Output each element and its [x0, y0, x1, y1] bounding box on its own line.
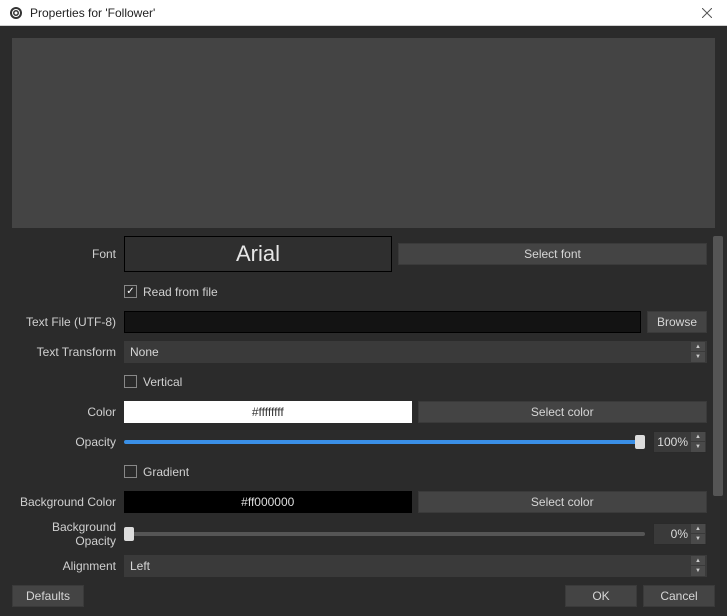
- browse-button[interactable]: Browse: [647, 311, 707, 333]
- alignment-label: Alignment: [12, 559, 124, 573]
- text-transform-row: Text Transform None ▲▼: [12, 340, 707, 364]
- text-file-label: Text File (UTF-8): [12, 315, 124, 329]
- ok-button[interactable]: OK: [565, 585, 637, 607]
- scrollbar-thumb[interactable]: [713, 236, 723, 496]
- cancel-button[interactable]: Cancel: [643, 585, 715, 607]
- opacity-value: 100%: [657, 435, 688, 449]
- text-file-input[interactable]: [124, 311, 641, 333]
- text-transform-label: Text Transform: [12, 345, 124, 359]
- bg-color-row: Background Color #ff000000 Select color: [12, 490, 707, 514]
- vertical-row: Vertical: [12, 370, 707, 394]
- bg-color-label: Background Color: [12, 495, 124, 509]
- vertical-checkbox[interactable]: Vertical: [124, 375, 182, 389]
- spinner-icon: ▲▼: [691, 432, 705, 452]
- bg-opacity-label: Background Opacity: [12, 520, 124, 548]
- opacity-row: Opacity 100% ▲▼: [12, 430, 707, 454]
- select-font-button[interactable]: Select font: [398, 243, 707, 265]
- window-title: Properties for 'Follower': [30, 6, 687, 20]
- select-color-button[interactable]: Select color: [418, 401, 708, 423]
- dialog-footer: Defaults OK Cancel: [0, 584, 727, 616]
- read-from-file-checkbox[interactable]: Read from file: [124, 285, 218, 299]
- bg-opacity-value-input[interactable]: 0% ▲▼: [653, 523, 707, 545]
- slider-thumb[interactable]: [635, 435, 645, 449]
- text-file-row: Text File (UTF-8) Browse: [12, 310, 707, 334]
- bg-opacity-value: 0%: [671, 527, 688, 541]
- font-preview: Arial: [124, 236, 392, 272]
- vertical-scrollbar[interactable]: [713, 236, 723, 584]
- spinner-icon: ▲▼: [691, 342, 705, 362]
- text-transform-value: None: [130, 345, 159, 359]
- bg-color-swatch[interactable]: #ff000000: [124, 491, 412, 513]
- bg-opacity-slider[interactable]: [124, 532, 645, 536]
- alignment-row: Alignment Left ▲▼: [12, 554, 707, 578]
- opacity-slider[interactable]: [124, 440, 645, 444]
- gradient-label: Gradient: [143, 465, 189, 479]
- gradient-checkbox[interactable]: Gradient: [124, 465, 189, 479]
- spinner-icon: ▲▼: [691, 524, 705, 544]
- color-row: Color #ffffffff Select color: [12, 400, 707, 424]
- bg-opacity-row: Background Opacity 0% ▲▼: [12, 520, 707, 548]
- font-row: Font Arial Select font: [12, 236, 707, 272]
- gradient-row: Gradient: [12, 460, 707, 484]
- close-button[interactable]: [687, 0, 727, 26]
- alignment-value: Left: [130, 559, 150, 573]
- read-from-file-label: Read from file: [143, 285, 218, 299]
- color-swatch[interactable]: #ffffffff: [124, 401, 412, 423]
- checkbox-icon: [124, 375, 137, 388]
- properties-form: Font Arial Select font Read from file Te…: [0, 236, 727, 584]
- dialog-body: Font Arial Select font Read from file Te…: [0, 26, 727, 616]
- defaults-button[interactable]: Defaults: [12, 585, 84, 607]
- text-transform-select[interactable]: None ▲▼: [124, 341, 707, 363]
- titlebar: Properties for 'Follower': [0, 0, 727, 26]
- select-bg-color-button[interactable]: Select color: [418, 491, 708, 513]
- read-from-file-row: Read from file: [12, 280, 707, 304]
- vertical-label: Vertical: [143, 375, 182, 389]
- slider-thumb[interactable]: [124, 527, 134, 541]
- alignment-select[interactable]: Left ▲▼: [124, 555, 707, 577]
- font-label: Font: [12, 247, 124, 261]
- checkbox-icon: [124, 285, 137, 298]
- checkbox-icon: [124, 465, 137, 478]
- opacity-value-input[interactable]: 100% ▲▼: [653, 431, 707, 453]
- app-icon: [8, 5, 24, 21]
- spinner-icon: ▲▼: [691, 556, 705, 576]
- preview-area: [12, 38, 715, 228]
- color-label: Color: [12, 405, 124, 419]
- opacity-label: Opacity: [12, 435, 124, 449]
